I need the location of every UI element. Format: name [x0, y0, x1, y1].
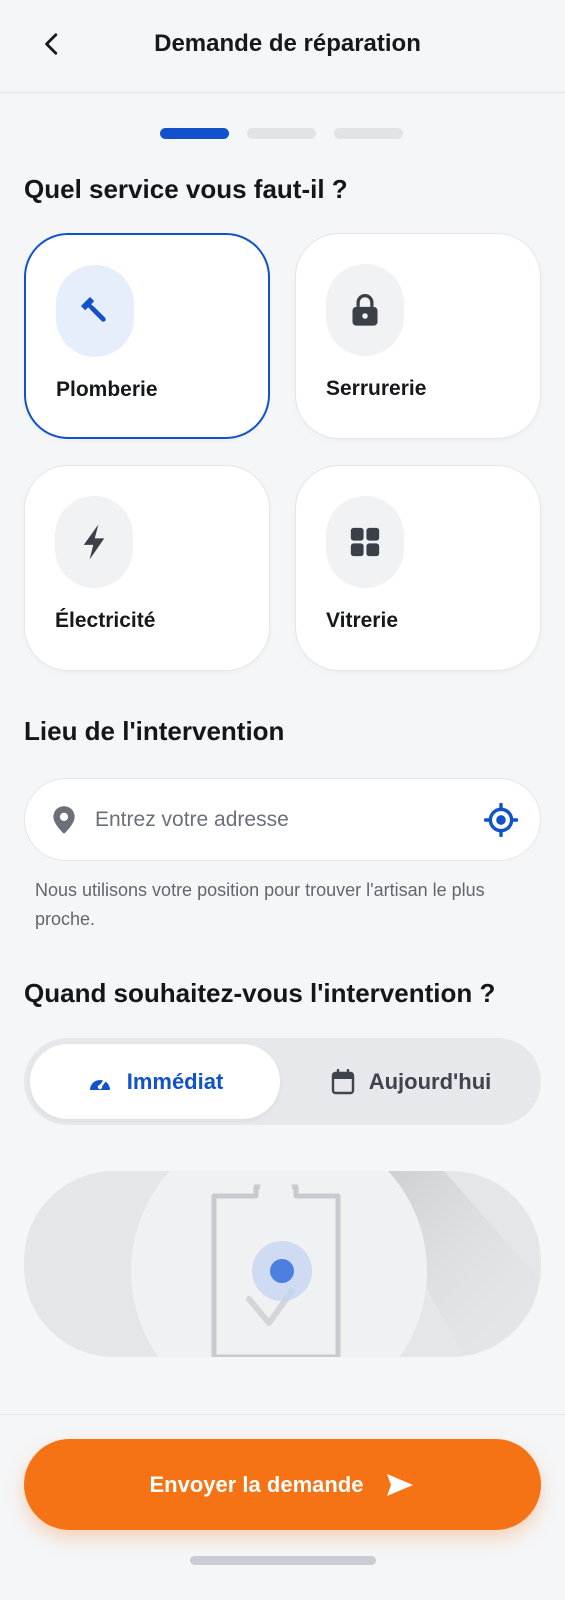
timing-segmented-control: Immédiat Aujourd'hui	[24, 1038, 541, 1125]
service-label: Électricité	[55, 609, 156, 632]
location-pin-icon	[53, 806, 75, 834]
calendar-icon	[331, 1068, 354, 1094]
timing-option-aujourdhui[interactable]: Aujourd'hui	[286, 1044, 536, 1119]
service-section-title: Quel service vous faut-il ?	[24, 174, 348, 204]
progress-step-1	[160, 128, 229, 139]
bolt-icon	[83, 524, 105, 560]
address-field[interactable]	[24, 778, 541, 861]
service-label: Vitrerie	[326, 609, 398, 632]
send-request-button[interactable]: Envoyer la demande	[24, 1439, 541, 1530]
progress-step-3	[334, 128, 403, 139]
send-request-label: Envoyer la demande	[149, 1471, 364, 1497]
timing-section-title: Quand souhaitez-vous l'intervention ?	[24, 978, 496, 1008]
service-card-vitrerie[interactable]: Vitrerie	[295, 465, 541, 671]
service-icon-badge	[55, 496, 133, 588]
location-section-title: Lieu de l'intervention	[24, 716, 285, 746]
timing-option-immediat[interactable]: Immédiat	[30, 1044, 280, 1119]
app-header: Demande de réparation	[0, 0, 565, 93]
service-card-electricite[interactable]: Électricité	[24, 465, 270, 671]
grid-icon	[350, 527, 380, 557]
service-label: Plomberie	[56, 378, 158, 401]
progress-step-2	[247, 128, 316, 139]
timing-option-label: Aujourd'hui	[368, 1068, 492, 1094]
wrench-icon	[80, 296, 106, 322]
location-helper-text: Nous utilisons votre position pour trouv…	[35, 880, 485, 929]
page-title: Demande de réparation	[154, 30, 421, 57]
service-icon-badge	[56, 265, 134, 357]
speedometer-icon	[89, 1077, 110, 1090]
address-input[interactable]	[95, 799, 475, 841]
service-card-plomberie[interactable]: Plomberie	[24, 233, 270, 439]
service-icon-badge	[326, 496, 404, 588]
timing-option-label: Immédiat	[126, 1068, 224, 1094]
step-progress	[160, 128, 403, 139]
map-illustration	[131, 1171, 541, 1357]
crosshair-icon[interactable]	[484, 803, 518, 837]
service-card-serrurerie[interactable]: Serrurerie	[295, 233, 541, 439]
send-icon	[387, 1473, 414, 1496]
home-indicator	[190, 1556, 376, 1565]
service-label: Serrurerie	[326, 377, 427, 400]
service-icon-badge	[326, 264, 404, 356]
lock-icon	[352, 294, 378, 326]
map-preview[interactable]	[24, 1171, 541, 1357]
